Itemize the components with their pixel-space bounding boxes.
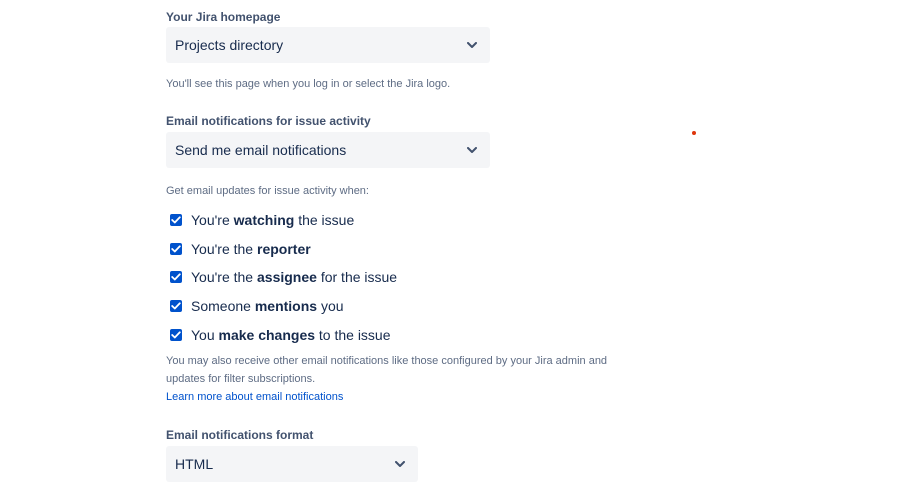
checkbox-mentions[interactable] xyxy=(170,300,182,312)
chevron-down-icon xyxy=(466,144,478,156)
email-notifications-select[interactable]: Send me email notifications xyxy=(166,132,490,168)
homepage-label: Your Jira homepage xyxy=(166,10,281,24)
format-label: Email notifications format xyxy=(166,428,314,442)
checkbox-make-changes[interactable] xyxy=(170,329,182,341)
checkbox-label: You're watching the issue xyxy=(191,212,355,228)
checkbox-row-make-changes[interactable]: You make changes to the issue xyxy=(170,326,391,344)
profile-preferences: Your Jira homepage Projects directory Yo… xyxy=(0,0,898,501)
checkbox-assignee[interactable] xyxy=(170,271,182,283)
checkbox-row-watching[interactable]: You're watching the issue xyxy=(170,211,354,229)
chevron-down-icon xyxy=(394,458,406,470)
checkbox-watching[interactable] xyxy=(170,214,182,226)
format-select-value: HTML xyxy=(175,456,214,472)
format-select[interactable]: HTML xyxy=(166,446,418,482)
learn-more-link[interactable]: Learn more about email notifications xyxy=(166,390,343,404)
info-text-line1: You may also receive other email notific… xyxy=(166,355,608,367)
checkmark-icon xyxy=(171,245,181,253)
checkbox-row-mentions[interactable]: Someone mentions you xyxy=(170,297,344,315)
checkmark-icon xyxy=(171,216,181,224)
checkbox-label: You're the assignee for the issue xyxy=(191,269,398,285)
email-updates-helper: Get email updates for issue activity whe… xyxy=(166,185,369,197)
email-notifications-select-value: Send me email notifications xyxy=(175,142,347,158)
email-notifications-label: Email notifications for issue activity xyxy=(166,114,371,128)
checkbox-reporter[interactable] xyxy=(170,243,182,255)
checkbox-row-assignee[interactable]: You're the assignee for the issue xyxy=(170,268,397,286)
checkbox-row-reporter[interactable]: You're the reporter xyxy=(170,240,311,258)
cursor-dot xyxy=(692,131,696,135)
checkbox-label: Someone mentions you xyxy=(191,298,344,314)
chevron-down-icon xyxy=(466,39,478,51)
checkbox-label: You make changes to the issue xyxy=(191,327,391,343)
homepage-helper: You'll see this page when you log in or … xyxy=(166,78,451,90)
checkmark-icon xyxy=(171,331,181,339)
homepage-select-value: Projects directory xyxy=(175,37,284,53)
info-text-line2: updates for filter subscriptions. xyxy=(166,373,316,385)
checkbox-label: You're the reporter xyxy=(191,241,311,257)
homepage-select[interactable]: Projects directory xyxy=(166,27,490,63)
checkmark-icon xyxy=(171,273,181,281)
checkmark-icon xyxy=(171,302,181,310)
